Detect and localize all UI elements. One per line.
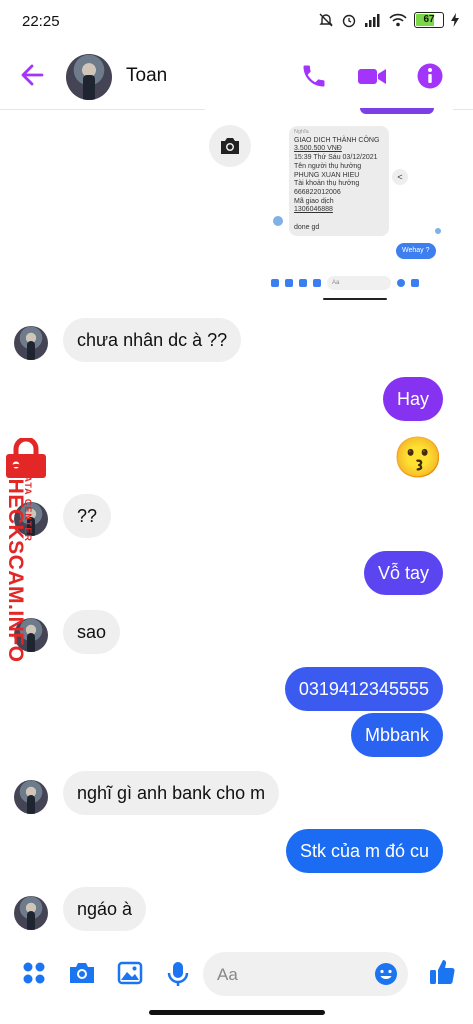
alarm-icon: [342, 14, 356, 28]
battery-level: 67: [423, 14, 435, 25]
contact-avatar[interactable]: [66, 54, 112, 100]
thumbs-up-icon[interactable]: [428, 958, 456, 986]
message-outgoing[interactable]: 0319412345555: [284, 667, 443, 711]
camera-icon[interactable]: [68, 961, 96, 985]
message-incoming[interactable]: sao: [63, 610, 121, 654]
receipt-line: 1306046888: [294, 206, 333, 214]
battery-icon: 67: [414, 12, 444, 28]
message-composer: Aa: [0, 946, 473, 1002]
watermark-brand: CHECKSCAM.INFO: [4, 463, 27, 663]
phone-icon[interactable]: [300, 62, 328, 90]
shared-screenshot-image[interactable]: Nghĩa GIAO DICH THÀNH CÔNG 3.500.500 VNĐ…: [205, 108, 453, 306]
message-emoji[interactable]: 😗: [393, 434, 443, 482]
contact-name[interactable]: Toan: [126, 65, 167, 87]
thumbs-up-icon: [411, 279, 419, 287]
mic-icon: [313, 279, 321, 287]
embedded-composer: Aa: [271, 276, 419, 290]
status-bar: 22:25 67: [0, 0, 473, 44]
receipt-line: Tên người thụ hưởng: [294, 162, 362, 170]
message-incoming[interactable]: chưa nhân dc à ??: [63, 318, 242, 362]
share-icon[interactable]: <: [392, 169, 408, 185]
grid-icon[interactable]: [22, 961, 46, 985]
charging-icon: [451, 13, 459, 27]
receipt-line: 666822012006: [294, 188, 341, 196]
checkscam-watermark: DATA CENTER CHECKSCAM.INFO: [0, 438, 52, 668]
message-incoming[interactable]: ??: [63, 494, 112, 538]
receipt-line: done gd: [294, 223, 320, 231]
status-time: 22:25: [22, 13, 60, 30]
embedded-bubble: Wehay ?: [396, 243, 436, 259]
message-outgoing[interactable]: Mbbank: [350, 713, 443, 757]
status-icons: 67: [318, 12, 459, 28]
camera-icon: [285, 279, 293, 287]
message-incoming[interactable]: nghĩ gì anh bank cho m: [63, 771, 280, 815]
emoji-icon[interactable]: [374, 962, 398, 986]
message-input[interactable]: Aa: [203, 952, 408, 996]
embedded-home-bar: [323, 298, 387, 300]
home-indicator: [149, 1010, 325, 1015]
seen-indicator: [435, 228, 441, 234]
emoji-icon: [397, 279, 405, 287]
message-outgoing[interactable]: Stk của m đó cu: [285, 829, 443, 873]
gallery-icon: [299, 279, 307, 287]
camera-icon[interactable]: [209, 125, 251, 167]
receipt-line: 15:39 Thứ Sáu 03/12/2021: [294, 154, 378, 162]
transfer-receipt: Nghĩa GIAO DICH THÀNH CÔNG 3.500.500 VNĐ…: [289, 126, 389, 236]
signal-icon: [365, 14, 380, 27]
message-input-placeholder: Aa: [217, 965, 238, 984]
message-outgoing[interactable]: Vỗ tay: [363, 551, 443, 595]
embedded-top-bubble: [360, 108, 434, 114]
mini-avatar: [273, 216, 283, 226]
message-incoming[interactable]: ngáo à: [63, 887, 147, 931]
back-arrow-icon[interactable]: [20, 62, 46, 88]
receipt-line: Mã giao dịch: [294, 197, 334, 205]
contact-avatar-small[interactable]: [14, 780, 48, 814]
mic-icon[interactable]: [167, 961, 189, 987]
receipt-line: GIAO DICH THÀNH CÔNG: [294, 136, 380, 144]
gallery-icon[interactable]: [117, 961, 143, 985]
message-outgoing[interactable]: Hay: [382, 377, 443, 421]
receipt-sender: Nghĩa: [294, 129, 309, 135]
receipt-line: 3.500.500 VNĐ: [294, 145, 342, 153]
embedded-input: Aa: [327, 276, 391, 290]
receipt-line: PHUNG XUAN HIEU: [294, 171, 360, 179]
grid-icon: [271, 279, 279, 287]
receipt-line: [294, 215, 384, 224]
video-icon[interactable]: [357, 62, 387, 90]
wifi-icon: [389, 13, 407, 27]
contact-avatar-small[interactable]: [14, 896, 48, 930]
chat-header: Toan: [0, 44, 473, 110]
mute-icon: [319, 13, 333, 27]
contact-avatar-small[interactable]: [14, 326, 48, 360]
receipt-line: Tài khoản thụ hưởng: [294, 180, 360, 188]
info-icon[interactable]: [416, 62, 444, 90]
